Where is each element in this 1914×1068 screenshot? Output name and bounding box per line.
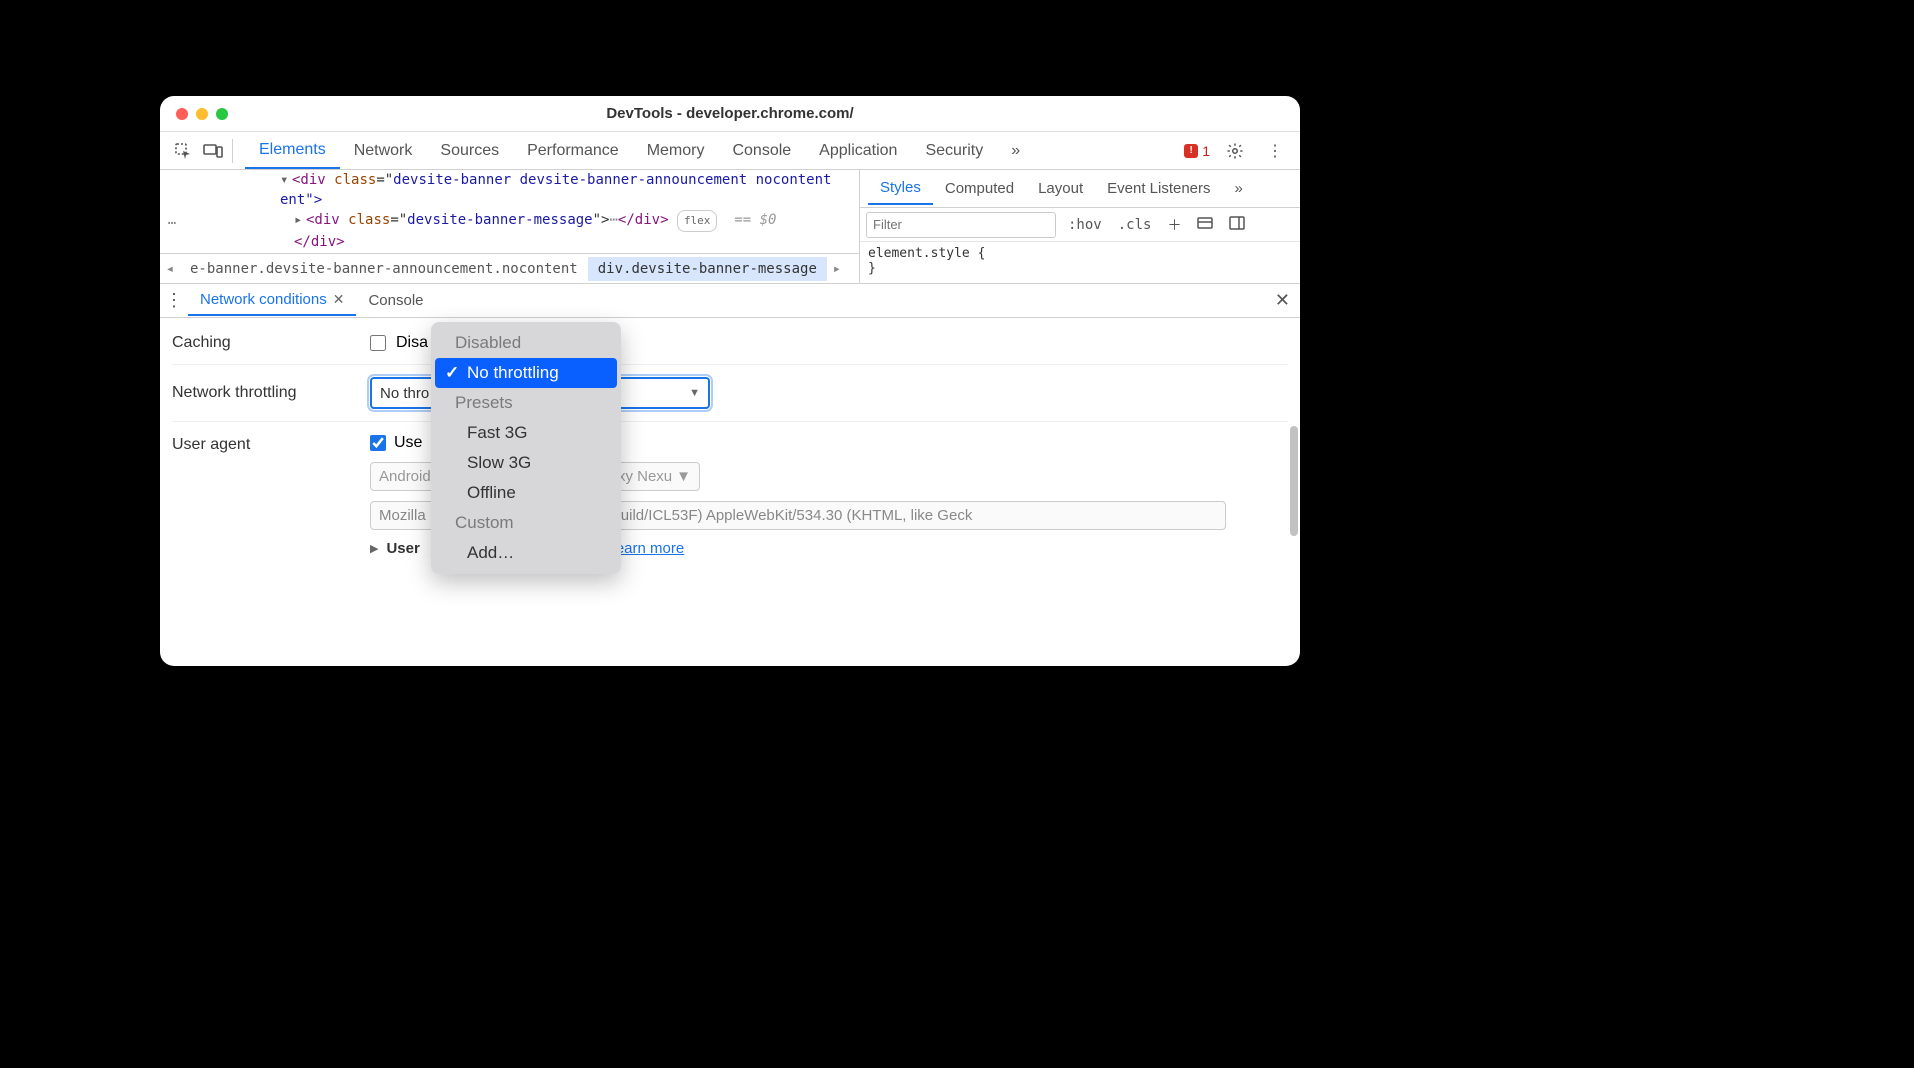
titlebar: DevTools - developer.chrome.com/ — [160, 96, 1300, 132]
tab-sources[interactable]: Sources — [426, 134, 513, 168]
dropdown-item-fast-3g[interactable]: Fast 3G — [435, 418, 617, 448]
device-toggle-icon[interactable] — [198, 136, 228, 166]
learn-more-link[interactable]: earn more — [616, 540, 684, 557]
styles-tabs: Styles Computed Layout Event Listeners » — [860, 170, 1300, 208]
dom-tree[interactable]: ▾<div class="devsite-banner devsite-bann… — [160, 170, 859, 253]
elements-panel-row: ▾<div class="devsite-banner devsite-bann… — [160, 170, 1300, 284]
elements-panel-left: ▾<div class="devsite-banner devsite-bann… — [160, 170, 860, 283]
chevron-down-icon: ▼ — [689, 387, 700, 399]
drawer-more-icon[interactable]: ⋮ — [160, 290, 188, 311]
styles-tab-eventlisteners[interactable]: Event Listeners — [1095, 173, 1222, 204]
tabs-overflow-icon[interactable]: » — [997, 134, 1034, 168]
use-browser-default-checkbox[interactable] — [370, 435, 386, 451]
dropdown-item-offline[interactable]: Offline — [435, 478, 617, 508]
drawer-body: Caching Disa Network throttling No thro … — [160, 318, 1300, 666]
throttling-select-value: No thro — [380, 385, 429, 402]
dropdown-item-no-throttling[interactable]: No throttling — [435, 358, 617, 388]
styles-tab-computed[interactable]: Computed — [933, 173, 1026, 204]
drawer-tab-network-conditions[interactable]: Network conditions ✕ — [188, 285, 356, 316]
hov-toggle[interactable]: :hov — [1064, 215, 1106, 235]
settings-icon[interactable] — [1220, 136, 1250, 166]
tab-application[interactable]: Application — [805, 134, 911, 168]
tab-memory[interactable]: Memory — [633, 134, 719, 168]
breadcrumb-left-arrow[interactable]: ◂ — [160, 261, 180, 277]
client-hints-label: User — [386, 540, 419, 557]
main-tabs: Elements Network Sources Performance Mem… — [245, 133, 1184, 169]
caching-row: Caching Disa — [172, 322, 1288, 365]
window-title: DevTools - developer.chrome.com/ — [160, 105, 1300, 122]
styles-toolbar: :hov .cls ＋ — [860, 208, 1300, 242]
dom-breadcrumb: ◂ e-banner.devsite-banner-announcement.n… — [160, 253, 859, 283]
traffic-lights — [176, 108, 228, 120]
styles-tab-styles[interactable]: Styles — [868, 172, 933, 205]
dropdown-header-disabled: Disabled — [435, 328, 617, 358]
disable-cache-label: Disa — [396, 334, 428, 352]
user-agent-row: User agent Use Android xy Nexu▼ Mozilla … — [172, 422, 1288, 569]
inspect-element-icon[interactable] — [168, 136, 198, 166]
disable-cache-checkbox[interactable] — [370, 335, 386, 351]
tab-console[interactable]: Console — [718, 134, 805, 168]
ua-select-value: Android — [379, 468, 431, 485]
error-icon: ! — [1184, 144, 1198, 158]
window-zoom-button[interactable] — [216, 108, 228, 120]
window-minimize-button[interactable] — [196, 108, 208, 120]
error-count-badge[interactable]: ! 1 — [1184, 143, 1210, 159]
drawer-close-icon[interactable]: ✕ — [1275, 290, 1290, 311]
computed-toggle-icon[interactable] — [1193, 213, 1217, 237]
breadcrumb-item-selected[interactable]: div.devsite-banner-message — [588, 257, 827, 281]
devtools-window: DevTools - developer.chrome.com/ Element… — [160, 96, 1300, 666]
throttling-dropdown: Disabled No throttling Presets Fast 3G S… — [431, 322, 621, 574]
styles-panel: Styles Computed Layout Event Listeners »… — [860, 170, 1300, 283]
styles-tabs-overflow-icon[interactable]: » — [1223, 173, 1255, 204]
dropdown-header-custom: Custom — [435, 508, 617, 538]
toolbar-right: ! 1 ⋮ — [1184, 136, 1290, 166]
breadcrumb-right-arrow[interactable]: ▸ — [827, 261, 847, 277]
throttling-row: Network throttling No thro ▼ — [172, 365, 1288, 422]
window-close-button[interactable] — [176, 108, 188, 120]
breadcrumb-item[interactable]: e-banner.devsite-banner-announcement.noc… — [180, 257, 588, 281]
dropdown-item-slow-3g[interactable]: Slow 3G — [435, 448, 617, 478]
caching-label: Caching — [172, 334, 370, 352]
main-toolbar: Elements Network Sources Performance Mem… — [160, 132, 1300, 170]
toolbar-separator — [232, 139, 233, 163]
drawer-tabs: ⋮ Network conditions ✕ Console ✕ — [160, 284, 1300, 318]
chevron-down-icon: ▼ — [676, 468, 691, 485]
cls-toggle[interactable]: .cls — [1114, 215, 1156, 235]
new-style-rule-icon[interactable]: ＋ — [1163, 213, 1185, 237]
throttling-label: Network throttling — [172, 384, 370, 402]
use-browser-default-label: Use — [394, 434, 422, 452]
flex-badge[interactable]: flex — [677, 210, 718, 232]
drawer-tab-console[interactable]: Console — [356, 286, 435, 315]
tab-network[interactable]: Network — [340, 134, 427, 168]
dropdown-item-add[interactable]: Add… — [435, 538, 617, 568]
tab-security[interactable]: Security — [911, 134, 997, 168]
disclosure-triangle-icon[interactable]: ▶ — [370, 542, 378, 555]
dom-gutter-ellipsis[interactable]: … — [160, 210, 184, 232]
tab-elements[interactable]: Elements — [245, 133, 340, 169]
dropdown-header-presets: Presets — [435, 388, 617, 418]
tab-performance[interactable]: Performance — [513, 134, 633, 168]
drawer-tab-close-icon[interactable]: ✕ — [333, 291, 345, 308]
styles-body[interactable]: element.style { } — [860, 242, 1300, 280]
styles-tab-layout[interactable]: Layout — [1026, 173, 1095, 204]
scrollbar-thumb[interactable] — [1290, 426, 1298, 536]
element-style-line: element.style { — [868, 246, 1292, 261]
user-agent-label: User agent — [172, 434, 370, 454]
error-count: 1 — [1202, 143, 1210, 159]
sidebar-toggle-icon[interactable] — [1225, 213, 1249, 237]
styles-filter-input[interactable] — [866, 212, 1056, 238]
element-style-close: } — [868, 261, 1292, 276]
more-icon[interactable]: ⋮ — [1260, 136, 1290, 166]
drawer-tab-label: Network conditions — [200, 291, 327, 308]
